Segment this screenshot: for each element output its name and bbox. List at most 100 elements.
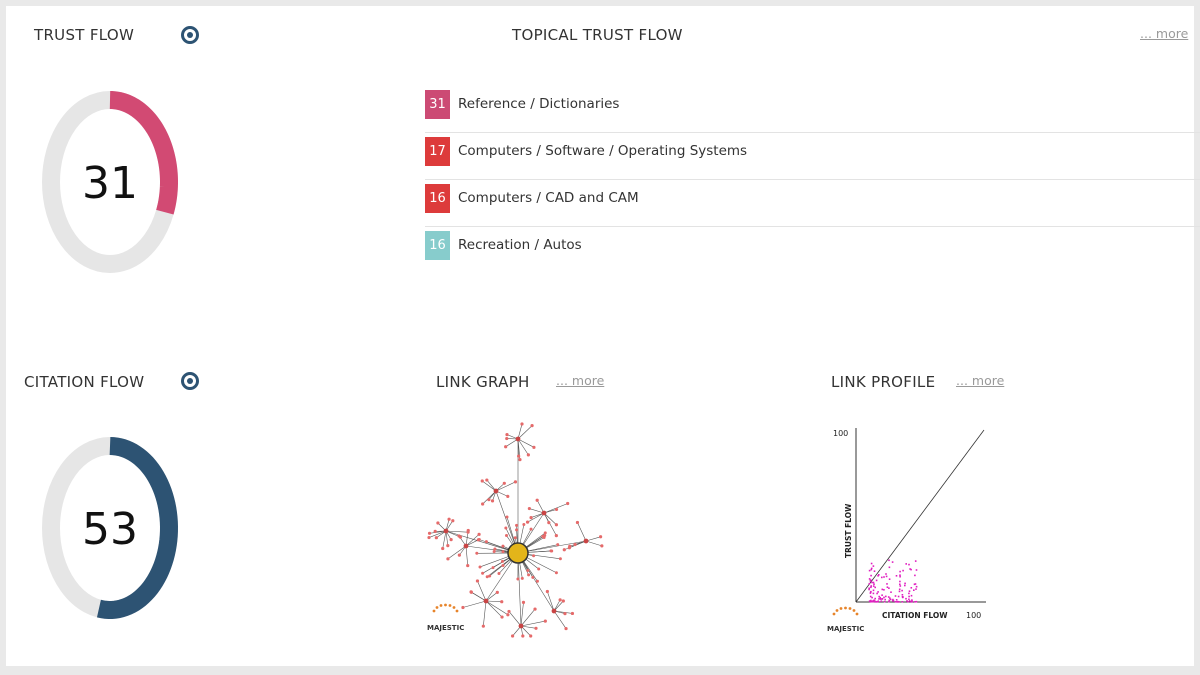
graph-node — [568, 544, 572, 548]
graph-node — [573, 542, 577, 547]
scatter-point — [875, 601, 877, 603]
scatter-point — [870, 562, 873, 565]
scatter-point — [915, 585, 918, 588]
graph-node — [515, 436, 521, 442]
scatter-point — [888, 578, 891, 580]
scatter-point — [869, 579, 872, 582]
scatter-point — [904, 584, 906, 587]
topic-score-badge: 16 — [425, 184, 450, 213]
graph-node — [516, 577, 520, 581]
topic-row[interactable]: 17 Computers / Software / Operating Syst… — [425, 133, 1200, 180]
graph-node — [526, 568, 530, 572]
graph-node — [515, 523, 519, 527]
scatter-point — [873, 583, 875, 585]
info-ring-icon[interactable] — [181, 372, 199, 390]
scatter-point — [885, 575, 888, 578]
graph-node — [478, 565, 482, 569]
graph-edge — [477, 580, 487, 602]
scatter-point — [888, 559, 890, 562]
scatter-point — [895, 575, 898, 577]
graph-node — [463, 543, 469, 549]
topical-more-link[interactable]: ... more — [1140, 26, 1188, 41]
graph-node — [505, 515, 509, 519]
link-profile-more-link[interactable]: ... more — [956, 373, 1004, 388]
scatter-point — [872, 600, 874, 602]
graph-node — [505, 436, 509, 441]
scatter-point — [899, 583, 901, 586]
dashboard-card: TRUST FLOW 31 TOPICAL TRUST FLOW ... mor… — [6, 6, 1200, 666]
graph-node — [477, 538, 481, 542]
scatter-point — [915, 588, 917, 590]
scatter-point — [905, 563, 907, 565]
info-ring-icon[interactable] — [181, 26, 199, 44]
scatter-point — [886, 583, 888, 585]
scatter-point — [895, 599, 898, 601]
graph-node — [484, 540, 488, 544]
scatter-point — [889, 598, 892, 601]
graph-node — [554, 507, 559, 512]
graph-node — [562, 548, 566, 552]
scatter-point — [870, 599, 872, 602]
scatter-point — [869, 595, 872, 598]
graph-node — [535, 579, 539, 583]
citation-flow-donut: 53 — [40, 436, 180, 626]
graph-node — [501, 564, 505, 568]
graph-node — [434, 536, 438, 540]
scatter-point — [914, 560, 917, 562]
scatter-point — [883, 600, 886, 603]
scatter-point — [884, 598, 886, 601]
graph-node — [570, 611, 575, 616]
scatter-point — [914, 583, 917, 585]
scatter-point — [910, 594, 913, 597]
graph-node — [475, 551, 479, 555]
graph-edge — [462, 600, 487, 608]
graph-node — [535, 498, 539, 502]
scatter-point — [911, 599, 913, 601]
link-graph-title: LINK GRAPH — [436, 373, 530, 391]
graph-node — [490, 499, 495, 503]
graph-node — [550, 549, 554, 553]
graph-node — [487, 498, 491, 502]
topic-row[interactable]: 31 Reference / Dictionaries — [425, 86, 1200, 133]
topic-row[interactable]: 16 Computers / CAD and CAM — [425, 180, 1200, 227]
link-graph-more-link[interactable]: ... more — [556, 373, 604, 388]
graph-node — [436, 521, 440, 525]
graph-node — [537, 567, 541, 571]
graph-node — [477, 532, 481, 536]
scatter-point — [883, 576, 885, 578]
x-axis-label: CITATION FLOW — [882, 611, 948, 620]
trust-flow-title: TRUST FLOW — [34, 26, 135, 44]
graph-node — [504, 445, 508, 449]
y-max-label: 100 — [833, 429, 848, 438]
graph-node — [493, 547, 497, 551]
scatter-point — [874, 597, 876, 600]
graph-node — [497, 572, 501, 576]
scatter-point — [906, 600, 908, 602]
graph-edge — [520, 602, 524, 627]
graph-node — [446, 557, 450, 561]
graph-node — [556, 543, 560, 547]
graph-node — [543, 533, 547, 537]
graph-node — [534, 626, 538, 630]
graph-node — [481, 624, 485, 628]
graph-edge — [547, 591, 555, 612]
scatter-point — [902, 569, 904, 572]
scatter-point — [871, 581, 873, 584]
link-graph-center-node — [507, 542, 529, 564]
scatter-point — [892, 598, 894, 601]
scatter-point — [872, 592, 875, 595]
scatter-point — [868, 569, 871, 572]
scatter-point — [888, 600, 890, 603]
scatter-point — [888, 587, 890, 589]
link-graph-brand: MAJESTIC — [427, 624, 465, 632]
graph-node — [558, 598, 562, 602]
graph-node — [427, 531, 432, 535]
graph-node — [446, 544, 450, 548]
graph-node — [541, 510, 547, 516]
citation-flow-title: CITATION FLOW — [24, 373, 145, 391]
graph-node — [554, 534, 558, 538]
graph-node — [500, 559, 504, 563]
topical-trust-flow-title: TOPICAL TRUST FLOW — [512, 26, 683, 44]
topic-row[interactable]: 16 Recreation / Autos — [425, 227, 1200, 273]
trust-flow-value: 31 — [82, 158, 138, 209]
